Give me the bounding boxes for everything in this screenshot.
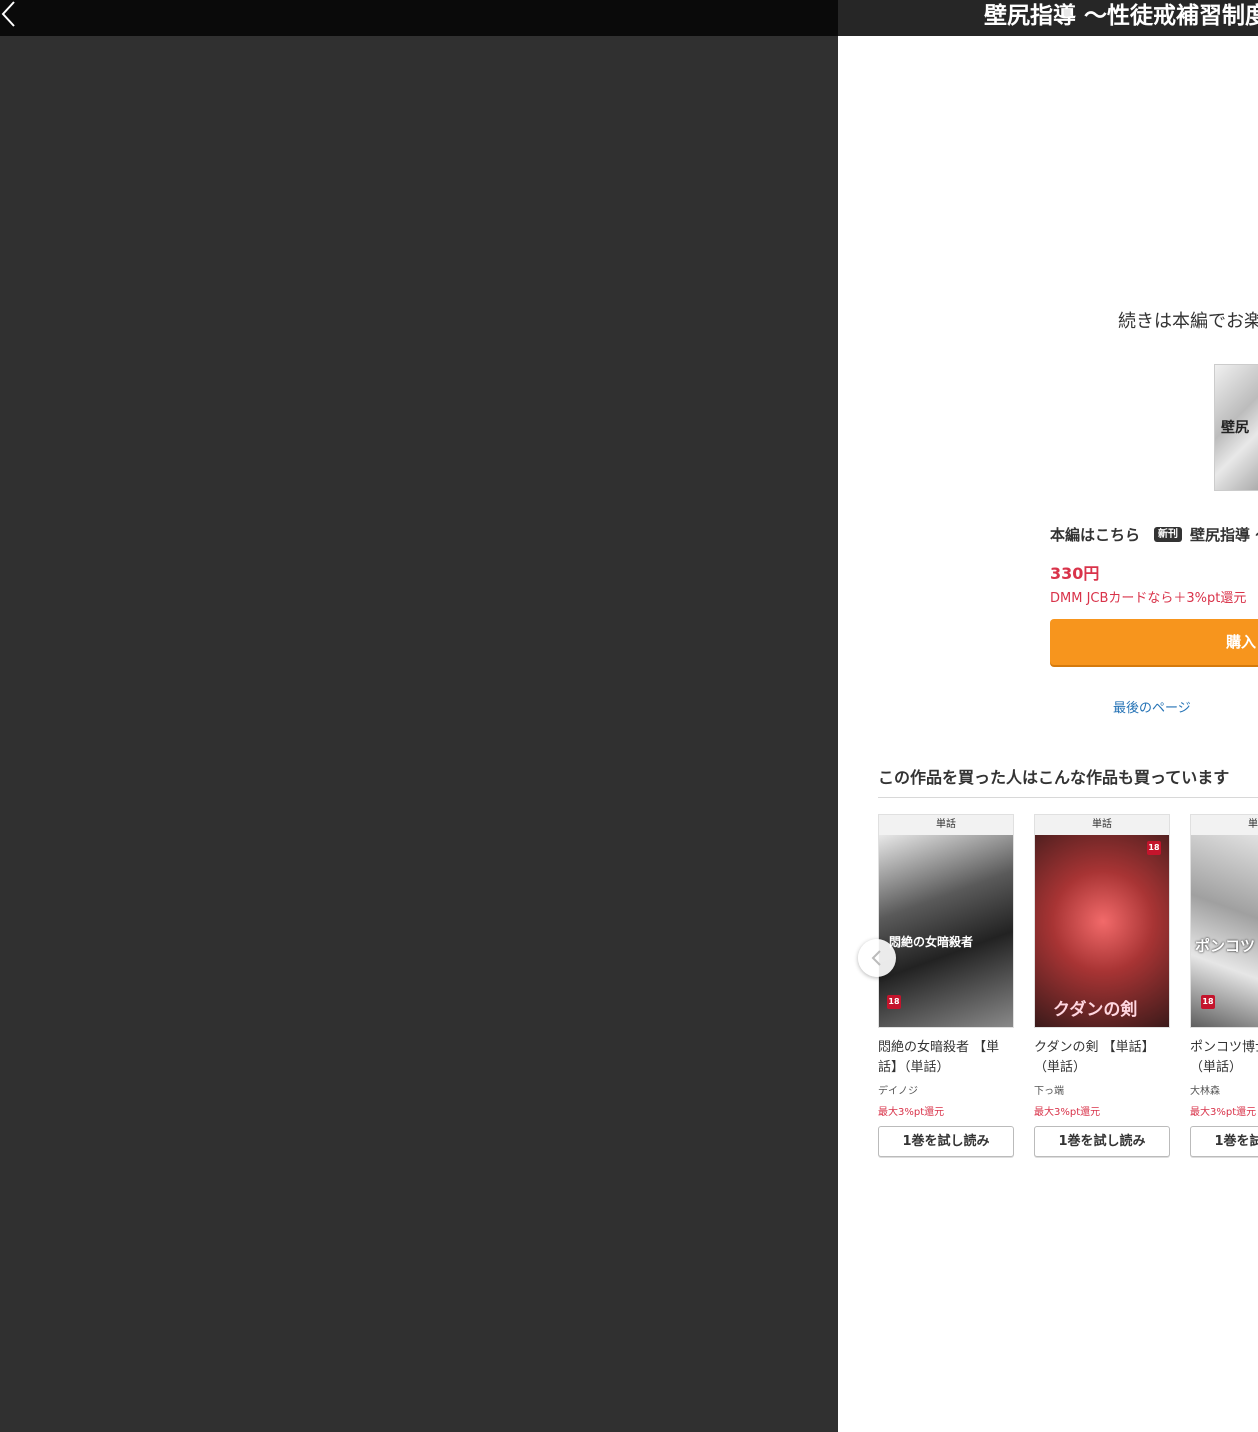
end-of-preview-page: 続きは本編でお楽しみください 壁尻 本編はこちら 新刊 壁尻指導 〜性徒戒補習制… xyxy=(838,36,1258,1432)
recommendation-author[interactable]: 大林森 xyxy=(1190,1082,1258,1097)
continue-message: 続きは本編でお楽しみください xyxy=(1118,311,1258,332)
carousel-prev-button[interactable] xyxy=(858,939,896,977)
recommendation-cover[interactable]: 単話 クダンの剣 18 xyxy=(1034,814,1170,1028)
page-title: 壁尻指導 〜性徒戒補習制度〜 xyxy=(984,3,1258,29)
chevron-left-icon xyxy=(871,950,881,966)
recommendation-author[interactable]: 下っ端 xyxy=(1034,1082,1170,1097)
trial-read-button[interactable]: 1巻を試し読み xyxy=(1190,1126,1258,1157)
age-rating-mark: 18 xyxy=(1147,841,1161,855)
recommendation-card[interactable]: 単話 ポンコツ 18 ポンコツ博士 【単話】（単話） 大林森 最大3%pt還元 … xyxy=(1190,814,1258,1157)
last-page-link[interactable]: 最後のページ xyxy=(1113,697,1191,716)
type-label: 単話 xyxy=(1092,819,1112,830)
recommendation-author[interactable]: デイノジ xyxy=(878,1082,1014,1097)
trial-read-button[interactable]: 1巻を試し読み xyxy=(878,1126,1014,1157)
recommendation-title[interactable]: 悶絶の女暗殺者 【単話】（単話） xyxy=(878,1038,1014,1078)
cover-art: クダンの剣 18 xyxy=(1035,835,1169,1027)
age-rating-mark: 18 xyxy=(887,995,901,1009)
recommendations-title: この作品を買った人はこんな作品も買っています xyxy=(878,768,1230,787)
recommendation-cover[interactable]: 単話 ポンコツ 18 xyxy=(1190,814,1258,1028)
buy-button[interactable]: 購入 xyxy=(1050,619,1258,665)
recommendation-points: 最大3%pt還元 xyxy=(878,1107,945,1118)
recommendation-title[interactable]: クダンの剣 【単話】（単話） xyxy=(1034,1038,1170,1078)
chevron-left-icon xyxy=(1,1,15,27)
points-note: DMM JCBカードなら＋3%pt還元 xyxy=(1050,591,1247,606)
title-bar: 壁尻指導 〜性徒戒補習制度〜 xyxy=(838,0,1258,36)
type-label: 単話 xyxy=(936,819,956,830)
trial-read-button[interactable]: 1巻を試し読み xyxy=(1034,1126,1170,1157)
main-title-link[interactable]: 壁尻指導 〜性徒戒補習制度〜 xyxy=(1190,524,1258,545)
new-badge: 新刊 xyxy=(1154,527,1183,542)
main-label: 本編はこちら xyxy=(1050,526,1141,544)
recommendation-cover[interactable]: 単話 悶絶の女暗殺者 18 xyxy=(878,814,1014,1028)
recommendation-card[interactable]: 単話 悶絶の女暗殺者 18 悶絶の女暗殺者 【単話】（単話） デイノジ 最大3%… xyxy=(878,814,1014,1157)
main-cover-image[interactable]: 壁尻 xyxy=(1214,364,1258,491)
recommendation-points: 最大3%pt還元 xyxy=(1034,1107,1101,1118)
cover-lettering: 壁尻 xyxy=(1221,420,1249,436)
viewer-blank-area[interactable] xyxy=(0,36,838,1432)
cover-art: 悶絶の女暗殺者 18 xyxy=(879,835,1013,1027)
cover-lettering: ポンコツ xyxy=(1195,937,1256,955)
cover-art: ポンコツ 18 xyxy=(1191,835,1258,1027)
age-rating-mark: 18 xyxy=(1201,995,1215,1009)
cover-lettering: 悶絶の女暗殺者 xyxy=(889,935,974,949)
back-button[interactable] xyxy=(0,0,24,32)
type-label: 単話 xyxy=(1248,819,1258,830)
section-divider xyxy=(878,797,1258,798)
recommendation-points: 最大3%pt還元 xyxy=(1190,1107,1257,1118)
main-product-row: 本編はこちら 新刊 壁尻指導 〜性徒戒補習制度〜 xyxy=(1050,524,1258,545)
recommendation-title[interactable]: ポンコツ博士 【単話】（単話） xyxy=(1190,1038,1258,1078)
cover-lettering: クダンの剣 xyxy=(1053,1000,1138,1020)
buy-button-label: 購入 xyxy=(1226,633,1257,651)
recommendation-card[interactable]: 単話 クダンの剣 18 クダンの剣 【単話】（単話） 下っ端 最大3%pt還元 … xyxy=(1034,814,1170,1157)
price: 330円 xyxy=(1050,564,1100,583)
